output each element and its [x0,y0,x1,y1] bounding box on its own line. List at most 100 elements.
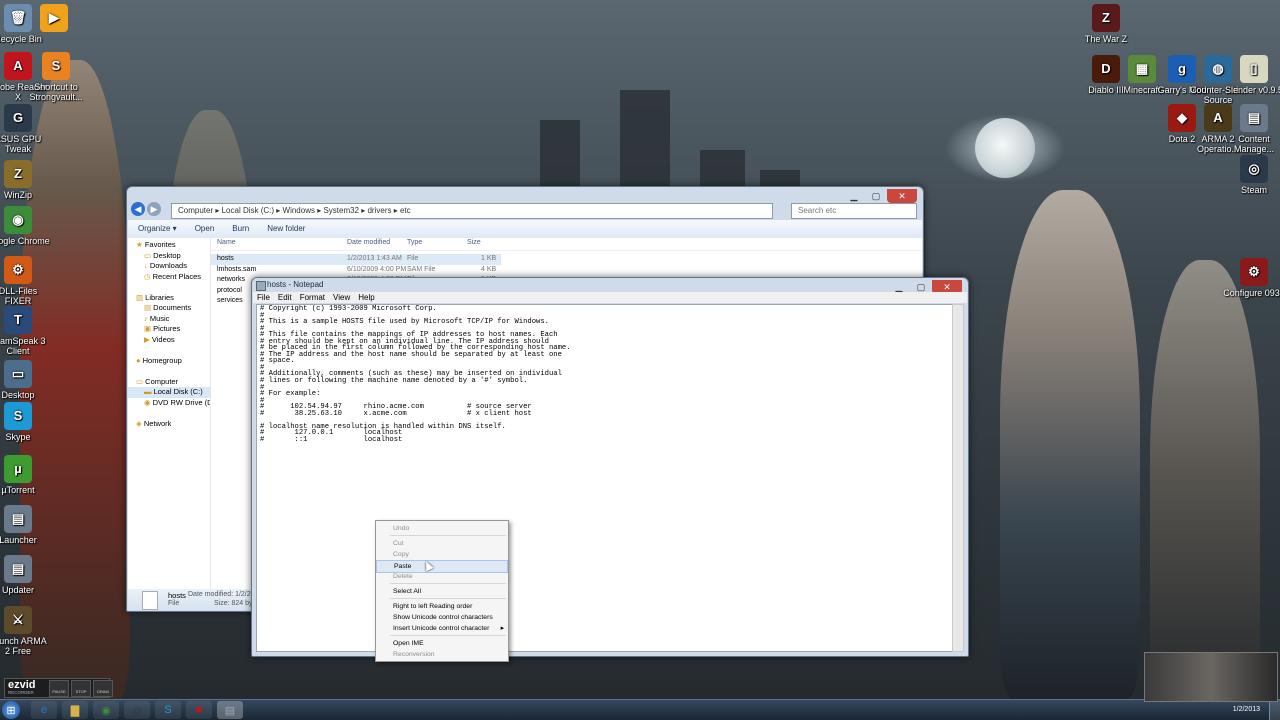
column-header-name[interactable]: Name [217,239,236,246]
menu-edit[interactable]: Edit [278,293,292,302]
desktop-shortcut-label: Content Manage... [1233,134,1275,154]
desktop-shortcut[interactable]: ▤ Launcher [0,505,50,545]
desktop-shortcut[interactable]: GASUS GPU Tweak [0,104,50,154]
desktop-shortcut[interactable]: ⚙ Configure 0930 [1222,258,1280,298]
dvd-icon: ◉ [144,397,153,407]
address-bar[interactable]: Computer ▸ Local Disk (C:) ▸ Windows ▸ S… [171,203,773,219]
nav-item[interactable]: ◷ Recent Places [128,272,210,283]
search-input[interactable]: Search etc [791,203,917,219]
nav-item[interactable]: ▭ Desktop [128,251,210,262]
desktop-shortcut[interactable]: ◉ Google Chrome [0,206,50,246]
recorder-stop-button[interactable]: STOP [71,680,91,697]
desktop-shortcut[interactable]: TTeamSpeak 3 Client [0,306,50,356]
play-icon: ▶ [40,4,68,32]
desktop-shortcut-label: TeamSpeak 3 Client [0,336,46,356]
menu-view[interactable]: View [333,293,350,302]
desktop-shortcut-label: The War Z [1084,34,1128,44]
desktop-shortcut[interactable]: ⚙ DLL-Files FIXER [0,256,50,306]
file-row[interactable]: lmhosts.sam 6/10/2009 4:00 PM SAM File 4 KB [211,265,922,276]
explorer-folder-icon[interactable]: ▇ [62,701,88,719]
column-header-size[interactable]: Size [467,239,481,246]
breadcrumb-segment[interactable]: drivers [367,206,391,215]
menu-format[interactable]: Format [300,293,325,302]
column-header-type[interactable]: Type [407,239,422,246]
desktop-shortcut[interactable]: ◎ Steam [1222,155,1280,195]
desktop-shortcut-label: Shortcut to Strongvault... [29,82,83,102]
forward-button[interactable]: ▶ [147,202,161,216]
desktop-shortcut[interactable]: ▶ [22,4,86,34]
notepad-window[interactable]: hosts - Notepad ▁ ▢ ✕ File Edit Format View… [251,277,969,657]
maximize-button[interactable]: ▢ [865,189,887,203]
desktop-shortcut-label: Steam [1240,185,1267,195]
nav-item[interactable]: ● Homegroup [128,356,210,367]
hosts-file-content[interactable]: # Copyright (c) 1993-2009 Microsoft Corp… [257,305,953,444]
back-button[interactable]: ◀ [131,202,145,216]
steam-icon[interactable]: ◎ [124,701,150,719]
desktop-shortcut-label: Launcher [0,535,37,545]
minimize-button[interactable]: ▁ [843,189,865,203]
notepad-text-area[interactable]: # Copyright (c) 1993-2009 Microsoft Corp… [256,304,954,652]
desktop-shortcut[interactable]: ▤ Content Manage... [1222,104,1280,154]
desktop-shortcut[interactable]: ▯ Slender v0.9.5 [1222,55,1280,95]
menu-file[interactable]: File [257,293,270,302]
nav-item[interactable]: ↓ Downloads [128,261,210,272]
breadcrumb-segment[interactable]: Windows [283,206,315,215]
menu-help[interactable]: Help [358,293,374,302]
desktop-shortcut[interactable]: S Skype [0,402,50,442]
nav-item[interactable]: ▤ Documents [128,303,210,314]
nav-item[interactable]: ▶ Videos [128,335,210,346]
context-menu-item[interactable]: Show Unicode control characters [376,612,508,623]
column-header-date[interactable]: Date modified [347,239,390,246]
desktop-shortcut[interactable]: ⚔Launch ARMA 2 Free [0,606,50,656]
chrome-icon: ◉ [4,206,32,234]
ie-icon[interactable]: e [31,701,57,719]
nav-item[interactable]: ▬ Local Disk (C:) [128,387,210,398]
desktop-shortcut[interactable]: Z WinZip [0,160,50,200]
breadcrumb-segment[interactable]: Local Disk (C:) [222,206,274,215]
show-desktop-button[interactable] [1269,700,1280,720]
desktop-shortcut[interactable]: S Shortcut to Strongvault... [24,52,88,102]
disk-icon: ▬ [144,387,154,396]
nav-item[interactable]: ▣ Pictures [128,324,210,335]
context-menu-item[interactable]: Open IME [376,638,508,649]
nav-item[interactable]: ◈ Network [128,419,210,430]
nav-item[interactable]: ▥ Libraries [128,293,210,304]
start-orb[interactable]: ⊞ [2,701,20,719]
toolbar-button[interactable]: Burn [232,224,249,233]
context-menu-item[interactable]: Insert Unicode control character ▸ [376,623,508,634]
app-red-icon[interactable]: ■ [186,701,212,719]
skype-icon[interactable]: S [155,701,181,719]
close-button[interactable]: ✕ [887,189,917,203]
context-menu-item[interactable]: Select All [376,586,508,597]
breadcrumb-segment[interactable]: Computer [178,206,213,215]
chrome-icon[interactable]: ◉ [93,701,119,719]
nav-item[interactable]: ▭ Computer [128,377,210,388]
nav-item[interactable]: ♪ Music [128,314,210,325]
vertical-scrollbar[interactable] [952,304,964,652]
desktop-shortcut[interactable]: ▤ Updater [0,555,50,595]
toolbar-button[interactable]: Open [195,224,215,233]
desktop-shortcut[interactable]: µ µTorrent [0,455,50,495]
notepad-titlebar[interactable]: hosts - Notepad [252,278,968,292]
ezvid-sub: RECORDER [8,690,34,695]
desktop-shortcut[interactable]: ▭ Desktop [0,360,50,400]
file-row[interactable]: hosts 1/2/2013 1:43 AM File 1 KB [211,254,501,265]
nav-item[interactable]: ◉ DVD RW Drive (D:) L [128,398,210,409]
tray-clock[interactable]: 1/2/2013 [1233,706,1260,713]
navigation-pane: ★ Favorites ▭ Desktop ↓ Downloads ◷ Recent … [128,238,211,589]
toolbar-button[interactable]: Organize ▾ [138,224,177,233]
toolbar-button[interactable]: New folder [267,224,305,233]
nav-item[interactable]: ★ Favorites [128,240,210,251]
desktop-shortcut[interactable]: Z The War Z [1074,4,1138,44]
notepad-title: hosts - Notepad [267,280,324,289]
submenu-arrow-icon: ▸ [500,625,504,632]
recorder-draw-button[interactable]: DRAW [93,680,113,697]
nav-item-label: Local Disk (C:) [153,387,203,396]
desktop-shortcut-label: WinZip [3,190,32,200]
breadcrumb-segment[interactable]: etc [400,206,411,215]
breadcrumb-segment[interactable]: System32 [323,206,359,215]
recorder-pause-button[interactable]: PAUSE [49,680,69,697]
desktop-shortcut-label: Updater [1,585,35,595]
context-menu-item[interactable]: Right to left Reading order [376,601,508,612]
notepad-icon[interactable]: ▤ [217,701,243,719]
